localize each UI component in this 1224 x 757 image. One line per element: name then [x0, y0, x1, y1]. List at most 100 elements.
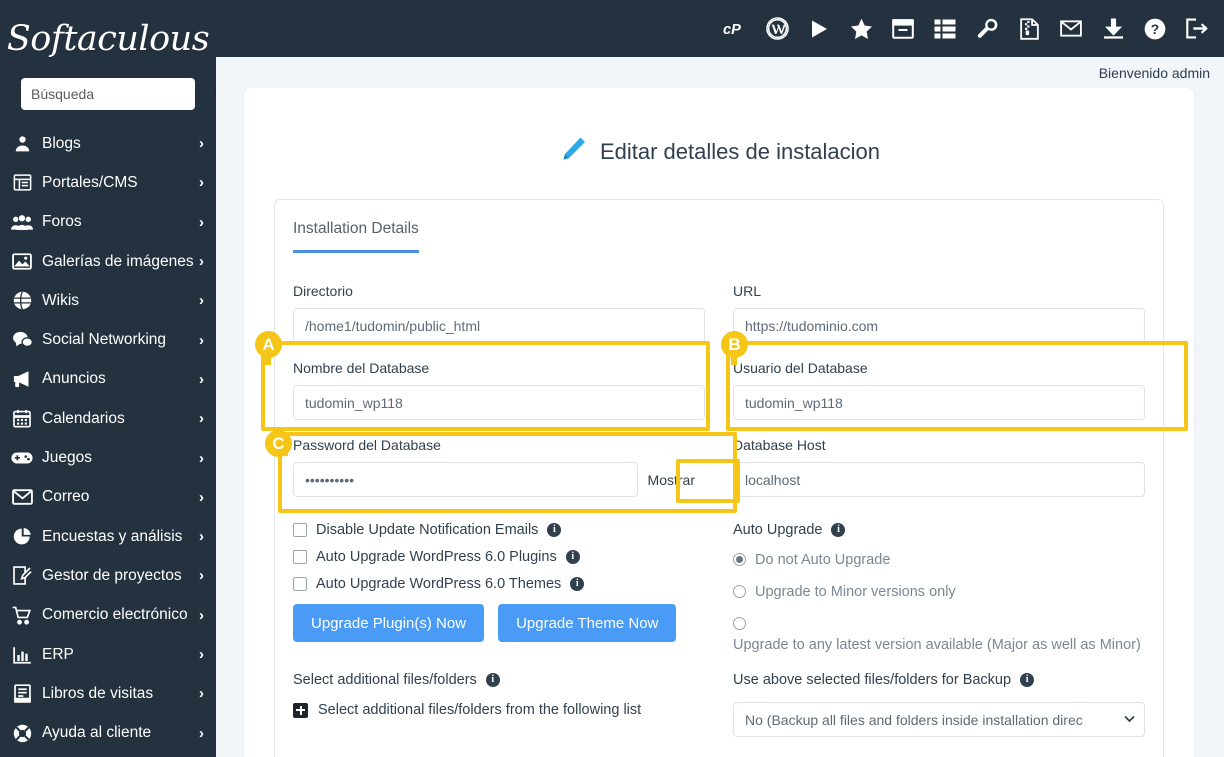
sidebar-item-calendarios[interactable]: Calendarios ›	[0, 399, 216, 438]
backup-select-column: Use above selected files/folders for Bac…	[733, 656, 1145, 738]
sidebar-item-label: Comercio electrónico	[42, 606, 188, 624]
chat-bubbles-icon	[10, 330, 34, 350]
play-icon[interactable]	[806, 16, 832, 42]
sidebar-item-label: Blogs	[42, 134, 81, 152]
download-icon[interactable]	[1100, 16, 1126, 42]
shopping-cart-icon	[10, 605, 34, 625]
info-icon[interactable]: i	[547, 523, 562, 537]
show-password-button[interactable]: Mostrar	[638, 472, 705, 488]
chevron-right-icon: ›	[199, 685, 204, 703]
db-password-input[interactable]	[293, 462, 638, 497]
sidebar-item-ayuda-al-cliente[interactable]: Ayuda al cliente ›	[0, 713, 216, 752]
sidebar-item-label: Social Networking	[42, 331, 167, 349]
help-circle-icon[interactable]: ?	[1142, 16, 1168, 42]
search-input[interactable]	[31, 86, 212, 102]
upgrade-plugins-button[interactable]: Upgrade Plugin(s) Now	[293, 604, 485, 642]
sidebar: Softaculous Blogs ›	[0, 0, 216, 757]
checkbox-label: Auto Upgrade WordPress 6.0 Plugins	[316, 549, 557, 565]
sidebar-item-juegos[interactable]: Juegos ›	[0, 438, 216, 477]
checkbox-auto-upgrade-themes[interactable]: Auto Upgrade WordPress 6.0 Themes i	[293, 576, 705, 592]
sidebar-item-anuncios[interactable]: Anuncios ›	[0, 360, 216, 399]
radio-button[interactable]	[733, 617, 746, 631]
brand-logo[interactable]: Softaculous	[0, 0, 216, 78]
info-icon[interactable]: i	[565, 550, 580, 564]
radio-button[interactable]	[733, 585, 746, 599]
page-title: Editar detalles de instalacion	[274, 114, 1164, 199]
radio-label: Do not Auto Upgrade	[755, 552, 891, 568]
sidebar-item-correo[interactable]: Correo ›	[0, 478, 216, 517]
wordpress-icon[interactable]	[764, 16, 790, 42]
cpanel-icon[interactable]: cP	[722, 16, 748, 42]
radio-do-not-auto-upgrade[interactable]: Do not Auto Upgrade	[733, 550, 1145, 571]
checkbox-label: Disable Update Notification Emails	[316, 522, 539, 538]
globe-icon	[10, 291, 34, 311]
checkbox-auto-upgrade-plugins[interactable]: Auto Upgrade WordPress 6.0 Plugins i	[293, 549, 705, 565]
sidebar-item-wikis[interactable]: Wikis ›	[0, 281, 216, 320]
upgrade-theme-button[interactable]: Upgrade Theme Now	[498, 604, 677, 642]
info-icon[interactable]: i	[570, 577, 585, 591]
wrench-icon[interactable]	[974, 16, 1000, 42]
edit-square-icon	[10, 566, 34, 586]
sidebar-item-label: Correo	[42, 488, 90, 506]
installation-card: Editar detalles de instalacion Installat…	[244, 88, 1194, 757]
checkbox-box[interactable]	[293, 550, 307, 564]
sidebar-item-label: Gestor de proyectos	[42, 566, 182, 584]
sidebar-item-social-networking[interactable]: Social Networking ›	[0, 320, 216, 359]
chevron-right-icon: ›	[199, 528, 204, 546]
info-icon[interactable]: i	[485, 673, 500, 688]
url-input[interactable]	[733, 308, 1145, 343]
plus-box-icon[interactable]	[293, 702, 308, 718]
tab-installation-details[interactable]: Installation Details	[293, 220, 419, 253]
expand-files-row[interactable]: Select additional files/folders from the…	[293, 702, 705, 718]
radio-button[interactable]	[733, 553, 746, 566]
mail-icon[interactable]	[1058, 16, 1084, 42]
db-host-input[interactable]	[733, 462, 1145, 497]
checkbox-disable-update-emails[interactable]: Disable Update Notification Emails i	[293, 522, 705, 538]
envelope-icon	[10, 487, 34, 507]
checkbox-box[interactable]	[293, 577, 307, 591]
bar-chart-icon	[10, 645, 34, 665]
chevron-right-icon: ›	[199, 567, 204, 585]
list-grid-icon[interactable]	[932, 16, 958, 42]
content-scroll: Editar detalles de instalacion Installat…	[216, 88, 1224, 757]
sidebar-item-foros[interactable]: Foros ›	[0, 203, 216, 242]
auto-upgrade-column: Auto Upgrade i Do not Auto Upgrade Upgra…	[733, 514, 1145, 656]
checkbox-box[interactable]	[293, 523, 307, 537]
user-icon	[10, 134, 34, 154]
directorio-input[interactable]	[293, 308, 705, 343]
sidebar-item-libros-de-visitas[interactable]: Libros de visitas ›	[0, 674, 216, 713]
logout-icon[interactable]	[1184, 16, 1210, 42]
sidebar-nav: Blogs › Portales/CMS › Foros › Galerías …	[0, 124, 216, 757]
pie-chart-icon	[10, 527, 34, 547]
field-label: Nombre del Database	[293, 360, 430, 376]
info-icon[interactable]: i	[831, 523, 846, 537]
sidebar-item-portales-cms[interactable]: Portales/CMS ›	[0, 163, 216, 202]
field-url: URL	[733, 283, 1145, 343]
search-box[interactable]	[21, 78, 216, 110]
expand-files-label: Select additional files/folders from the…	[318, 702, 642, 719]
chevron-right-icon: ›	[199, 331, 204, 349]
svg-text:?: ?	[1151, 22, 1159, 37]
radio-any-latest-version[interactable]: Upgrade to any latest version available …	[733, 614, 1145, 656]
info-icon[interactable]: i	[1020, 673, 1035, 688]
archive-box-icon[interactable]	[890, 16, 916, 42]
db-user-input[interactable]	[733, 385, 1145, 420]
backup-select[interactable]: No (Backup all files and folders inside …	[733, 702, 1145, 738]
installation-details-panel: Installation Details Directorio URL	[274, 199, 1164, 757]
star-icon[interactable]	[848, 16, 874, 42]
sidebar-item-encuestas-y-analisis[interactable]: Encuestas y análisis ›	[0, 517, 216, 556]
sidebar-item-galerias-de-imagenes[interactable]: Galerías de imágenes ›	[0, 242, 216, 281]
sidebar-item-erp[interactable]: ERP ›	[0, 635, 216, 674]
chevron-right-icon: ›	[199, 449, 204, 467]
upgrade-buttons: Upgrade Plugin(s) Now Upgrade Theme Now	[293, 604, 705, 642]
sidebar-item-comercio-electronico[interactable]: Comercio electrónico ›	[0, 596, 216, 635]
radio-label: Upgrade to any latest version available …	[733, 637, 1141, 654]
sidebar-item-label: Galerías de imágenes	[42, 252, 194, 270]
zip-file-icon[interactable]	[1016, 16, 1042, 42]
db-name-input[interactable]	[293, 385, 705, 420]
sidebar-item-blogs[interactable]: Blogs ›	[0, 124, 216, 163]
sidebar-item-label: Encuestas y análisis	[42, 527, 183, 545]
sidebar-item-gestor-de-proyectos[interactable]: Gestor de proyectos ›	[0, 556, 216, 595]
radio-minor-versions-only[interactable]: Upgrade to Minor versions only	[733, 582, 1145, 603]
chevron-right-icon: ›	[199, 410, 204, 428]
